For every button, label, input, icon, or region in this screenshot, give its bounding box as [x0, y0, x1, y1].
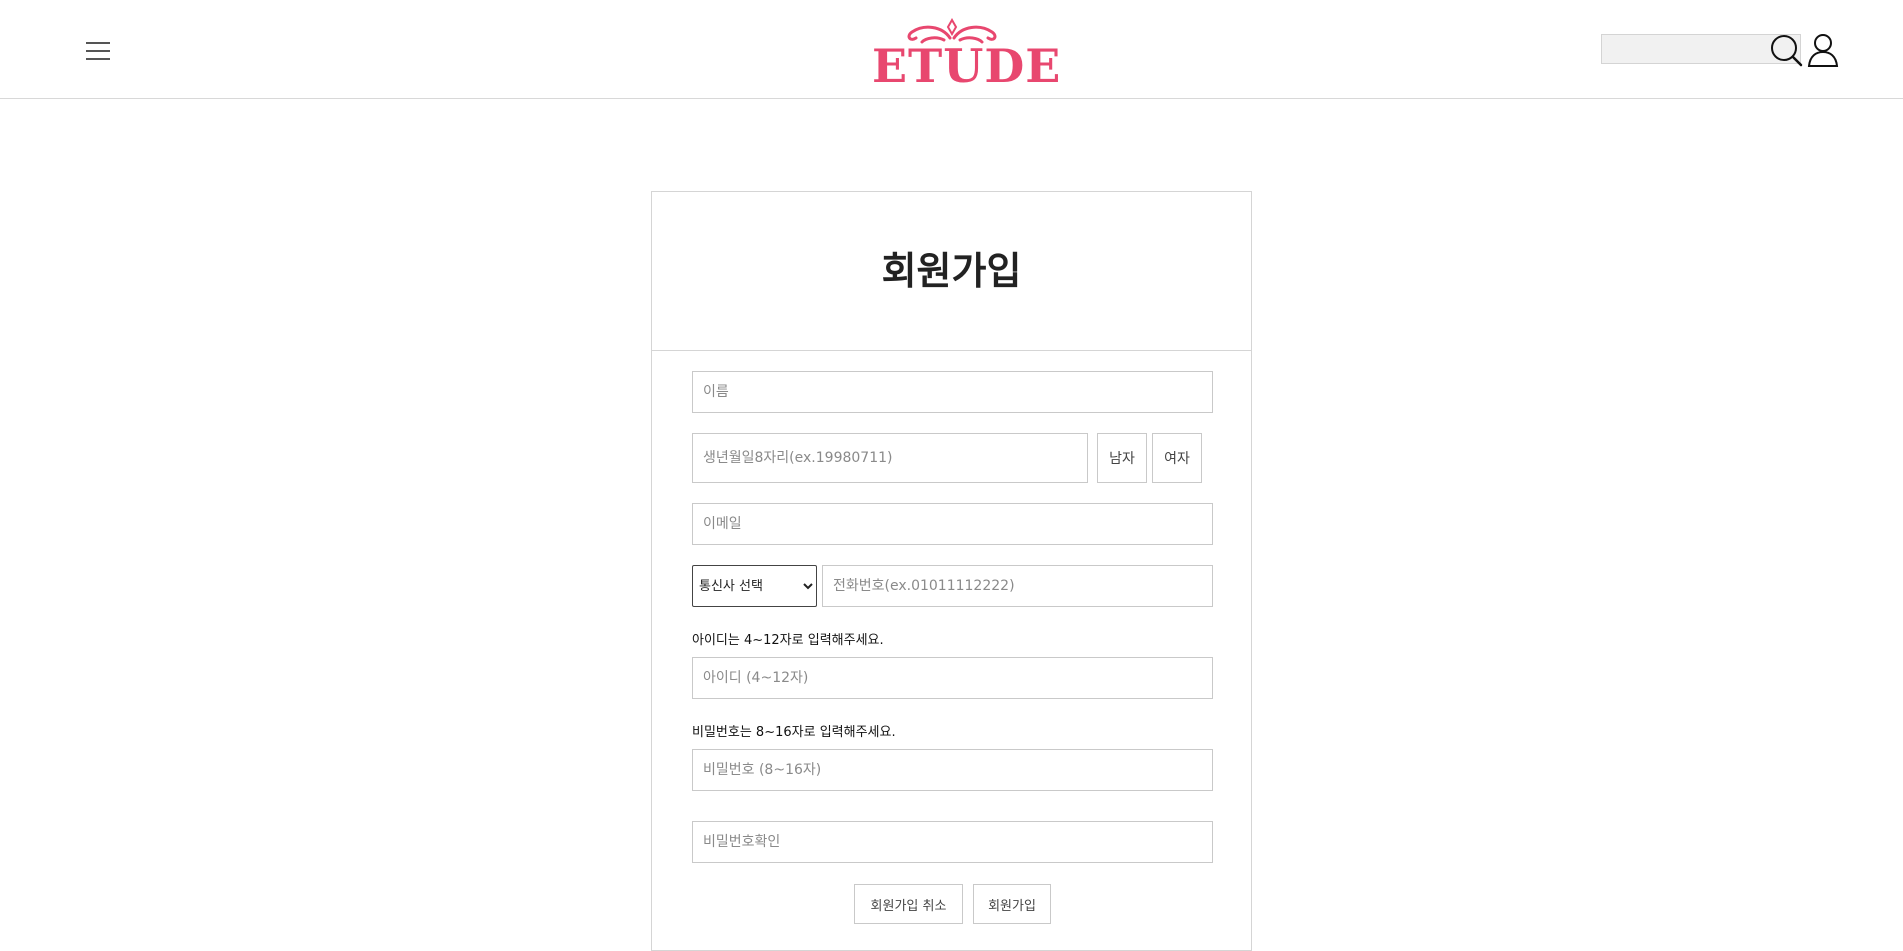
signup-card-header: 회원가입: [652, 192, 1251, 351]
page-title: 회원가입: [881, 249, 1022, 293]
menu-icon[interactable]: [86, 40, 110, 62]
password-field[interactable]: [692, 749, 1213, 791]
etude-logo[interactable]: ETUDE: [872, 18, 1062, 93]
signup-submit-button[interactable]: 회원가입: [973, 884, 1051, 924]
menu-line: [86, 50, 110, 52]
search-input[interactable]: [1602, 35, 1776, 63]
password-hint: 비밀번호는 8~16자로 입력해주세요.: [692, 725, 896, 740]
search-icon[interactable]: [1768, 32, 1804, 68]
female-button[interactable]: 여자: [1152, 433, 1202, 483]
userid-field[interactable]: [692, 657, 1213, 699]
email-field[interactable]: [692, 503, 1213, 545]
name-field[interactable]: [692, 371, 1213, 413]
user-icon[interactable]: [1806, 32, 1840, 68]
id-hint: 아이디는 4~12자로 입력해주세요.: [692, 633, 884, 648]
cancel-signup-button[interactable]: 회원가입 취소: [854, 884, 963, 924]
male-button[interactable]: 남자: [1097, 433, 1147, 483]
password-confirm-field[interactable]: [692, 821, 1213, 863]
site-header: ETUDE: [0, 0, 1903, 99]
menu-line: [86, 42, 110, 44]
birthdate-field[interactable]: [692, 433, 1088, 483]
carrier-select[interactable]: 통신사 선택: [692, 565, 817, 607]
logo-text: ETUDE: [872, 39, 1062, 93]
phone-field[interactable]: [822, 565, 1213, 607]
signup-card: 회원가입 남자 여자 통신사 선택 아이디는 4~12자로 입력해주세요. 비밀…: [651, 191, 1252, 951]
menu-line: [86, 58, 110, 60]
